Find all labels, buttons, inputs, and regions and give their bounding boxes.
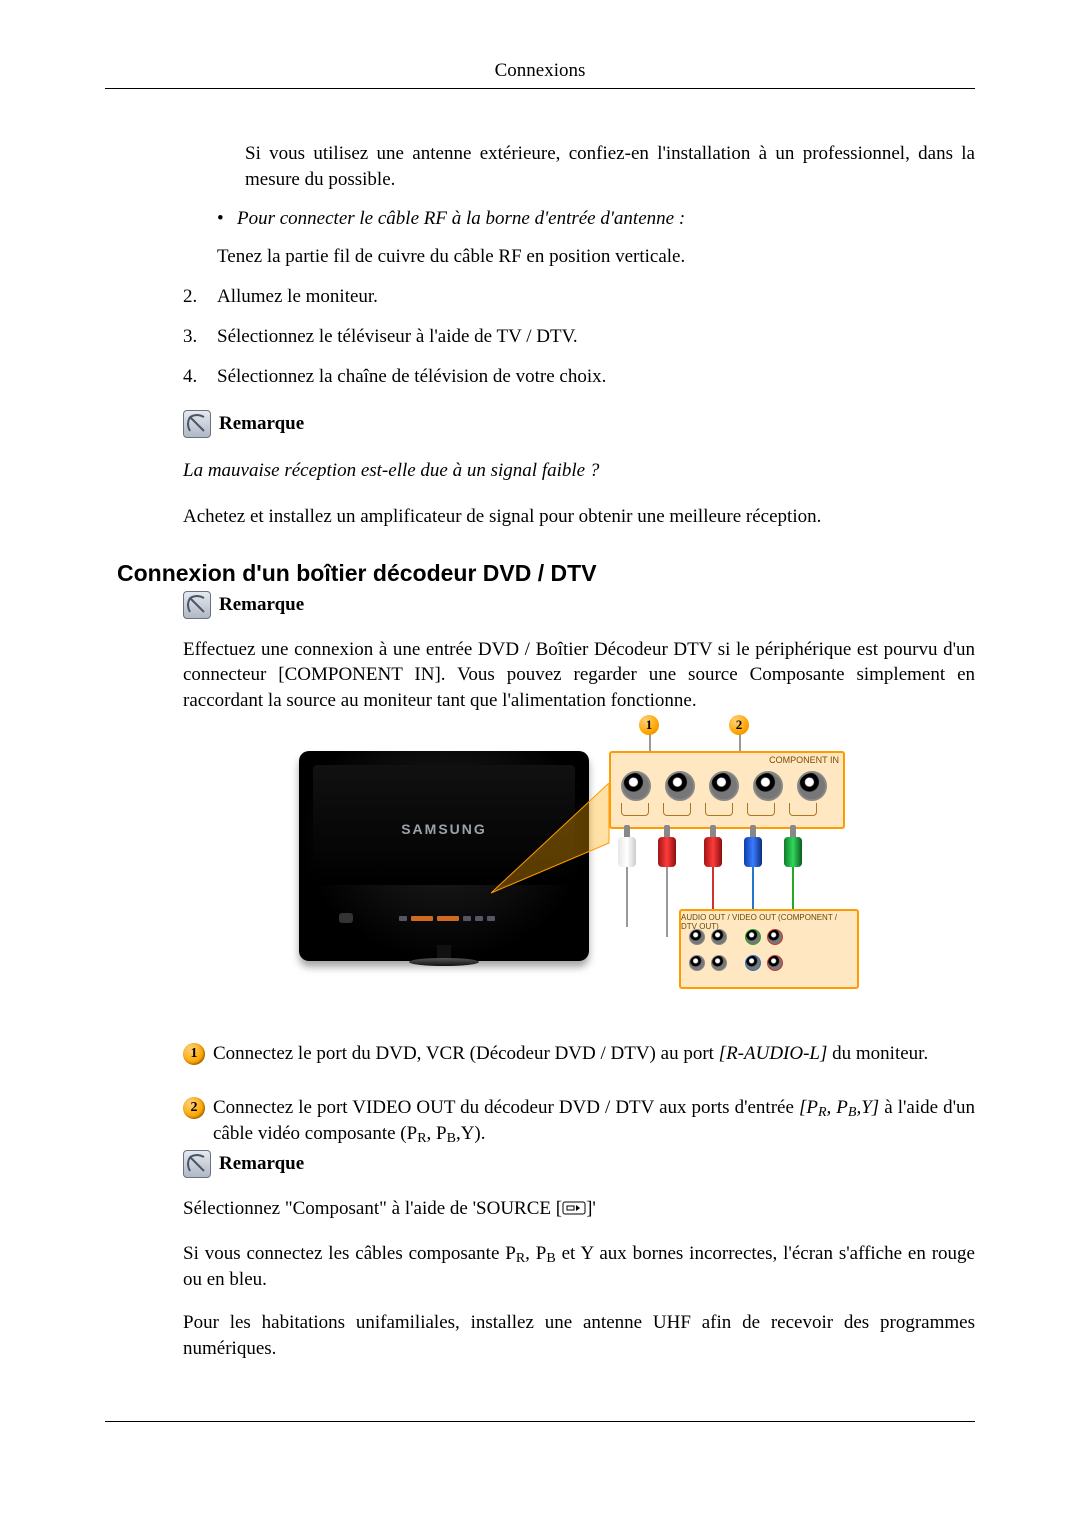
decoder-box: AUDIO OUT / VIDEO OUT (COMPONENT / DTV O… (679, 909, 859, 989)
intro-paragraph: Si vous utilisez une antenne extérieure,… (245, 141, 975, 192)
step-row: 1 Connectez le port du DVD, VCR (Décodeu… (183, 1041, 975, 1067)
list-item: 3. Sélectionnez le téléviseur à l'aide d… (183, 326, 975, 348)
list-item: 4. Sélectionnez la chaîne de télévision … (183, 366, 975, 388)
note-icon (183, 1150, 211, 1178)
decoder-rca-row (689, 929, 783, 945)
note3-line3: Pour les habitations unifamiliales, inst… (183, 1310, 975, 1361)
callout-badge-2: 2 (729, 715, 749, 735)
monitor-controls (399, 916, 495, 921)
text: Si vous connectez les câbles composante … (183, 1243, 516, 1264)
rca-jack (665, 771, 695, 801)
component-in-label: COMPONENT IN (769, 755, 839, 765)
list-text: Sélectionnez le téléviseur à l'aide de T… (217, 326, 975, 348)
subscript: R (516, 1251, 525, 1266)
subscript: B (447, 1131, 456, 1146)
rca-jack (621, 771, 651, 801)
rca-sub-row (621, 803, 817, 816)
rca-jack (753, 771, 783, 801)
step-badge-1: 1 (183, 1043, 205, 1065)
monitor-stand (409, 958, 479, 966)
step-1-text: Connectez le port du DVD, VCR (Décodeur … (213, 1041, 975, 1067)
step-2-text: Connectez le port VIDEO OUT du décodeur … (213, 1095, 975, 1146)
note-label: Remarque (219, 594, 304, 616)
plug-white (617, 825, 637, 867)
plug-red (657, 825, 677, 867)
note-label: Remarque (219, 1153, 304, 1175)
callout-badge-1: 1 (639, 715, 659, 735)
rca-row (621, 771, 827, 801)
source-icon (562, 1197, 586, 1223)
note3-line1: Sélectionnez "Composant" à l'aide de 'SO… (183, 1196, 975, 1222)
text: Connectez le port VIDEO OUT du décodeur … (213, 1097, 799, 1118)
step-badge-2: 2 (183, 1097, 205, 1119)
numbered-list: Pour connecter le câble RF à la borne d'… (183, 192, 975, 388)
list-text: Sélectionnez la chaîne de télévision de … (217, 366, 975, 388)
wire (626, 867, 628, 927)
note-row: Remarque (183, 591, 975, 619)
text: , P (427, 1123, 447, 1144)
note-label: Remarque (219, 413, 304, 435)
list-text: Allumez le moniteur. (217, 286, 975, 308)
step-row: 2 Connectez le port VIDEO OUT du décodeu… (183, 1095, 975, 1146)
component-in-callout: COMPONENT IN (609, 751, 845, 829)
list-number: 2. (183, 286, 217, 308)
bullet-item: Pour connecter le câble RF à la borne d'… (217, 208, 975, 230)
text-italic: ,Y] (856, 1097, 879, 1118)
plug-red (703, 825, 723, 867)
rca-jack (709, 771, 739, 801)
page-header: Connexions (105, 60, 975, 89)
section-title: Connexion d'un boîtier décodeur DVD / DT… (117, 560, 975, 587)
wire (666, 867, 668, 937)
note-icon (183, 410, 211, 438)
callout-pointer (491, 783, 611, 903)
text: Sélectionnez "Composant" à l'aide de 'SO… (183, 1198, 562, 1219)
text: ,Y). (456, 1123, 486, 1144)
text-italic: [P (799, 1097, 818, 1118)
weak-signal-answer: Achetez et installez un amplificateur de… (183, 504, 975, 530)
list-number: 4. (183, 366, 217, 388)
text: Connectez le port du DVD, VCR (Décodeur … (213, 1043, 719, 1064)
list-item: 2. Allumez le moniteur. (183, 286, 975, 308)
page: Connexions Si vous utilisez une antenne … (0, 0, 1080, 1527)
text: ]' (586, 1198, 596, 1219)
plug-green (783, 825, 803, 867)
rca-jack (797, 771, 827, 801)
footer-rule (105, 1421, 975, 1422)
text-italic: [R-AUDIO-L] (719, 1043, 828, 1064)
weak-signal-question: La mauvaise réception est-elle due à un … (183, 458, 975, 484)
list-item: Pour connecter le câble RF à la borne d'… (183, 192, 975, 268)
text: du moniteur. (827, 1043, 928, 1064)
section-intro: Effectuez une connexion à une entrée DVD… (183, 637, 975, 714)
diagram-wrapper: SAMSUNG 1 2 COMPONENT IN (183, 723, 975, 1013)
monitor-knob (339, 913, 353, 923)
subscript: B (546, 1251, 555, 1266)
note-icon (183, 591, 211, 619)
rf-instruction: Tenez la partie fil de cuivre du câble R… (217, 246, 975, 268)
subscript: B (848, 1105, 857, 1120)
decoder-rca-row (689, 955, 783, 971)
plug-blue (743, 825, 763, 867)
rf-bullet-text: Pour connecter le câble RF à la borne d'… (237, 208, 685, 230)
text: , P (525, 1243, 546, 1264)
subscript: R (818, 1105, 827, 1120)
note-row: Remarque (183, 1150, 975, 1178)
connection-diagram: SAMSUNG 1 2 COMPONENT IN (299, 723, 859, 1013)
note-row: Remarque (183, 410, 975, 438)
subscript: R (417, 1131, 426, 1146)
note3-line2: Si vous connectez les câbles composante … (183, 1241, 975, 1292)
list-number: 3. (183, 326, 217, 348)
text-italic: , P (827, 1097, 848, 1118)
